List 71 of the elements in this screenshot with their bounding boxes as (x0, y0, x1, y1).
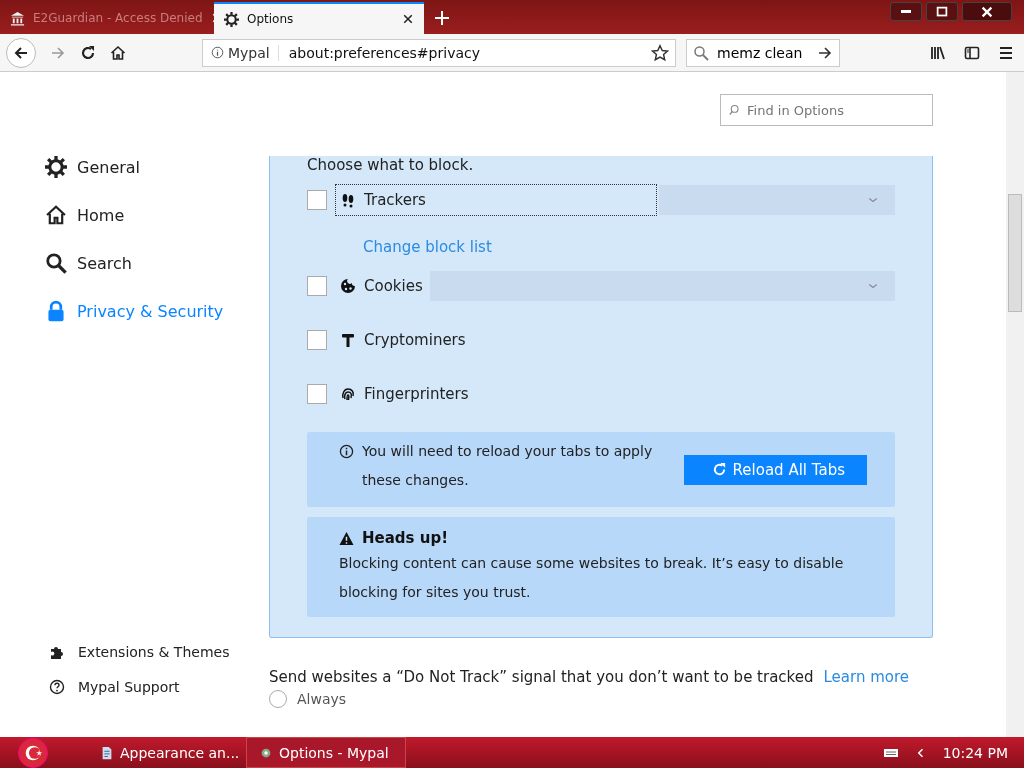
puzzle-icon (49, 644, 65, 660)
info-icon (339, 444, 354, 459)
learn-more-link[interactable]: Learn more (823, 668, 910, 686)
browser-tab[interactable]: Options (214, 2, 424, 34)
section-text: Choose what to block. (307, 156, 475, 174)
checkbox[interactable] (307, 276, 327, 296)
sidebar-link[interactable]: Extensions & Themes (49, 644, 269, 660)
star-icon (651, 43, 669, 62)
gear-icon (224, 11, 239, 27)
sidebar-item[interactable]: Privacy & Security (45, 294, 269, 328)
sidebar-icon[interactable] (964, 44, 980, 61)
home-icon[interactable] (110, 44, 126, 61)
new-tab-icon[interactable] (434, 10, 450, 26)
footprints-icon (340, 192, 356, 208)
warning-title: Heads up! (362, 529, 448, 547)
option-label[interactable]: Cookies (335, 270, 428, 302)
start-button[interactable] (18, 737, 48, 768)
address-bar[interactable]: Mypal about:preferences#privacy (202, 38, 676, 67)
scrollbar[interactable] (1006, 72, 1024, 737)
back-button[interactable] (6, 37, 36, 68)
option-label[interactable]: Cryptominers (335, 324, 471, 356)
clock: 10:24 PM (942, 744, 1008, 761)
lock-icon (45, 300, 67, 322)
warning-icon (339, 530, 354, 546)
forward-arrow-icon[interactable] (50, 44, 66, 61)
search-icon (693, 44, 709, 61)
building-icon (10, 10, 25, 26)
reload-icon[interactable] (80, 44, 96, 61)
search-field[interactable]: memz clean (686, 38, 840, 67)
gear-icon (45, 156, 67, 178)
close-icon (980, 4, 994, 19)
taskbar-button[interactable]: Options - Mypal (246, 737, 406, 768)
warning-text: Blocking content can cause some websites to break. It’s easy to disable blocking for sites you trust. (339, 554, 845, 602)
reload-icon (711, 462, 727, 477)
setting-text: Send websites a “Do Not Track” signal that you don’t want to be tracked (269, 668, 814, 686)
fingerprint-icon (340, 386, 356, 402)
document-icon (100, 745, 114, 760)
restore-icon (935, 4, 949, 19)
minimize-icon (901, 10, 911, 13)
option-label[interactable]: Trackers (335, 184, 657, 216)
search-field[interactable]: Find in Options (720, 94, 933, 126)
library-icon[interactable] (930, 44, 946, 61)
close-button[interactable] (962, 2, 1012, 21)
checkbox[interactable] (307, 384, 327, 404)
home-icon (45, 204, 67, 226)
site-identity: Mypal (228, 44, 279, 61)
sidebar-item[interactable]: Search (45, 246, 269, 280)
go-arrow-icon (817, 44, 833, 61)
url-text: about:preferences#privacy (288, 44, 481, 61)
checkbox[interactable] (307, 330, 327, 350)
help-icon (49, 679, 65, 695)
radio-label: Always (297, 691, 347, 707)
sidebar-item[interactable]: Home (45, 198, 269, 232)
menu-icon[interactable] (998, 44, 1014, 61)
search-icon (729, 104, 741, 116)
info-icon (211, 46, 224, 59)
tab-title: Options (247, 12, 295, 26)
restore-button[interactable] (926, 2, 958, 21)
taskbar-button[interactable]: Appearance an... (88, 738, 246, 767)
back-arrow-icon (13, 44, 29, 61)
sidebar-item[interactable]: General (45, 150, 269, 184)
cookie-icon (340, 278, 356, 294)
minimize-button[interactable] (890, 2, 922, 21)
close-icon[interactable] (402, 13, 414, 25)
reload-all-tabs-button[interactable]: Reload All Tabs (683, 454, 867, 485)
tab-title: E2Guardian - Access Denied (33, 11, 203, 25)
option-label[interactable]: Fingerprinters (335, 378, 474, 410)
checkbox[interactable] (307, 190, 327, 210)
sidebar-link[interactable]: Mypal Support (49, 679, 269, 695)
notice-text: You will need to reload your tabs to apply these changes. (362, 442, 654, 490)
search-icon (45, 252, 67, 274)
